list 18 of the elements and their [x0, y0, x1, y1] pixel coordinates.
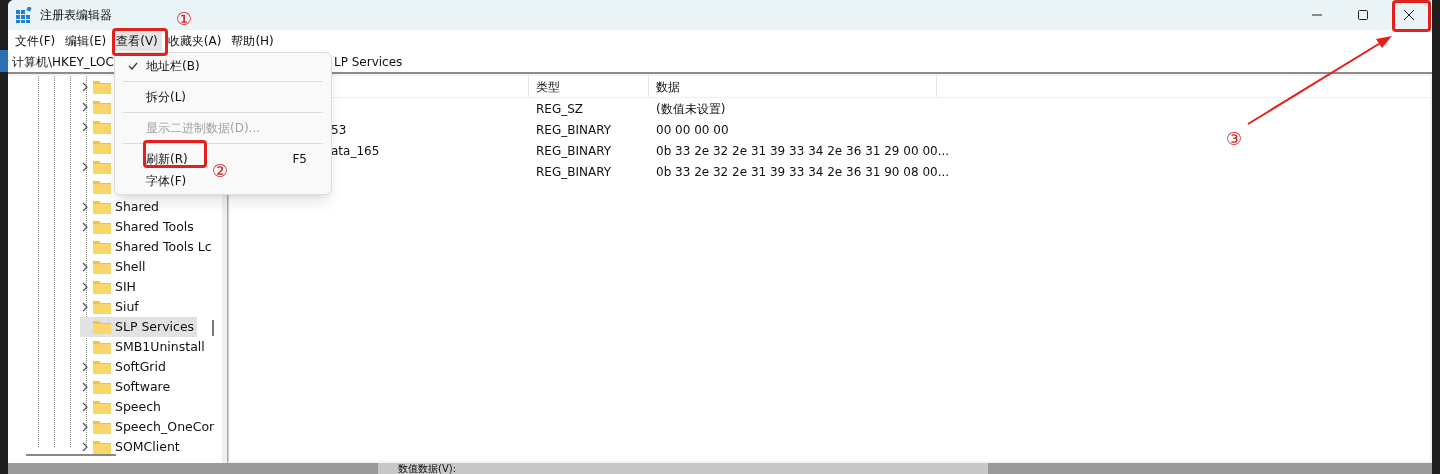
value-name: 53 — [331, 122, 347, 137]
value-type: REG_SZ — [535, 100, 585, 118]
address-path: 计算机\HKEY_LOC — [12, 55, 114, 69]
value-name: ata_165 — [331, 143, 380, 158]
window-title: 注册表编辑器 — [40, 7, 112, 24]
dialog-label: 数值数据(V): — [397, 464, 457, 474]
value-data: (数值未设置) — [655, 100, 726, 118]
value-type: REG_BINARY — [535, 142, 613, 160]
address-path: LP Services — [334, 54, 403, 71]
value-type: REG_BINARY — [535, 121, 613, 139]
value-data: 0b 33 2e 32 2e 31 39 33 34 2e 36 31 29 00 00... — [655, 142, 950, 160]
annotation-number: ① — [176, 9, 193, 29]
annotation-number: ② — [212, 161, 229, 181]
value-type: REG_BINARY — [535, 163, 613, 181]
shortcut-text: F5 — [292, 151, 307, 168]
value-data: 0b 33 2e 32 2e 31 39 33 34 2e 36 31 90 08 00... — [655, 163, 950, 181]
value-data: 00 00 00 00 — [655, 121, 729, 139]
annotation-number: ③ — [1226, 129, 1243, 149]
